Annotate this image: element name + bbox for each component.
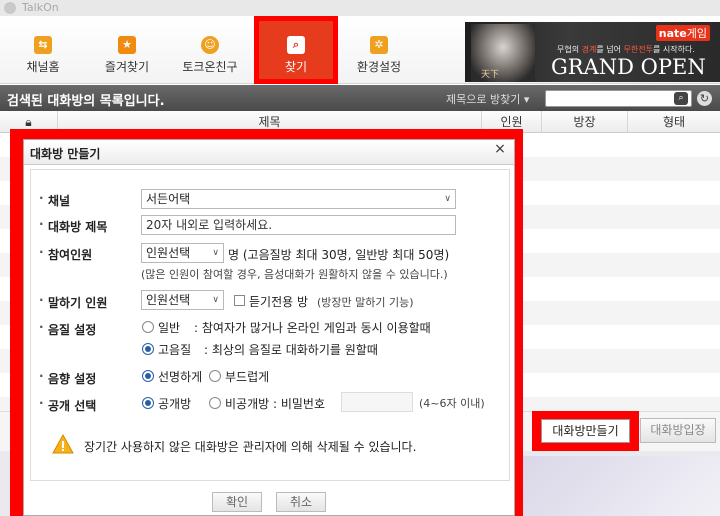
warning-text: 장기간 사용하지 않은 대화방은 관리자에 의해 삭제될 수 있습니다. [84, 440, 417, 454]
column-header[interactable]: 방장 [542, 111, 628, 133]
toolbar-label: 찾기 [284, 60, 308, 74]
banner-brand-name: nate [658, 27, 687, 40]
gear-icon: ✲ [370, 36, 388, 54]
private-room-radio[interactable] [209, 397, 221, 409]
speakers-select[interactable]: 인원선택 ∨ [141, 290, 224, 310]
sound-soft-label: 부드럽게 [225, 370, 270, 384]
listen-only-note: (방장만 말하기 기능) [317, 296, 414, 309]
ok-button[interactable]: 확인 [212, 492, 262, 512]
quality-normal-desc: : 참여자가 많거나 온라인 게임과 동시 이용할때 [194, 321, 431, 335]
banner-game-logo: 天下 [481, 70, 500, 80]
search-mode-dropdown[interactable]: 제목으로 방찾기 ▾ [446, 91, 529, 107]
star-icon: ★ [118, 36, 136, 54]
toolbar-label: 토크온친구 [182, 60, 238, 74]
members-select-value: 인원선택 [146, 246, 191, 260]
banner-brand: nate게임 [655, 25, 710, 41]
create-room-dialog: 대화방 만들기 × 채널 서든어택 ∨ 대화방 제목 20자 내외로 입력하세요… [23, 139, 515, 516]
banner-copy: 무협의 경계를 넘어 무한전투를 시작하다. [557, 44, 695, 55]
listen-only-label: 듣기전용 방 [249, 295, 309, 309]
channel-label: 채널 [39, 191, 70, 209]
quality-label: 음질 설정 [39, 320, 96, 338]
bottom-ad[interactable] [512, 456, 720, 516]
toolbar-friends-button[interactable]: ☺ 토크온친구 [174, 16, 246, 84]
channel-home-icon: ⇆ [34, 36, 52, 54]
banner-brand-suffix: 게임 [686, 27, 707, 40]
refresh-icon[interactable]: ↻ [697, 91, 712, 106]
search-result-title: 검색된 대화방의 목록입니다. [7, 94, 165, 109]
members-limit-text: 명 (고음질방 최대 30명, 일반방 최대 50명) [228, 248, 450, 262]
quality-high-desc: : 최상의 음질로 대화하기를 원할때 [204, 343, 378, 357]
close-icon[interactable]: × [493, 142, 507, 157]
quality-normal-radio[interactable] [142, 321, 154, 333]
create-room-button[interactable]: 대화방만들기 [541, 419, 630, 443]
private-room-label: 비공개방 : 비밀번호 [225, 397, 325, 411]
toolbar-search-button[interactable]: ⌕ 찾기 [254, 16, 338, 84]
members-note: (많은 인원이 참여할 경우, 음성대화가 원활하지 않을 수 있습니다.) [141, 268, 448, 281]
password-hint: (4~6자 이내) [419, 397, 485, 410]
toolbar-label: 환경설정 [356, 60, 402, 74]
speakers-label: 말하기 인원 [39, 293, 107, 311]
create-room-button-highlight: 대화방만들기 [532, 411, 639, 451]
chevron-down-icon: ∨ [212, 295, 219, 305]
banner-headline: GRAND OPEN [551, 55, 706, 79]
sound-label: 음향 설정 [39, 369, 96, 387]
sound-soft-radio[interactable] [209, 370, 221, 382]
chevron-down-icon: ∨ [212, 248, 219, 258]
toolbar-favorites-button[interactable]: ★ 즐겨찾기 [92, 16, 162, 84]
banner-copy-highlight: 경계 [581, 45, 597, 54]
banner-copy-text: 무협의 [557, 45, 582, 54]
toolbar-settings-button[interactable]: ✲ 환경설정 [344, 16, 414, 84]
members-label: 참여인원 [39, 245, 92, 263]
ad-banner[interactable]: 天下 nate게임 무협의 경계를 넘어 무한전투를 시작하다. GRAND O… [465, 22, 720, 82]
sound-clear-label: 선명하게 [158, 370, 203, 384]
members-select[interactable]: 인원선택 ∨ [141, 243, 224, 263]
cancel-button[interactable]: 취소 [276, 492, 326, 512]
dialog-form: 채널 서든어택 ∨ 대화방 제목 20자 내외로 입력하세요. 참여인원 인원선… [30, 169, 510, 481]
room-title-label: 대화방 제목 [39, 217, 107, 235]
public-room-radio[interactable] [142, 397, 154, 409]
window-title: TalkOn [22, 1, 59, 14]
enter-room-button[interactable]: 대화방입장 [640, 418, 716, 443]
search-icon[interactable]: ⌕ [674, 92, 688, 105]
toolbar-channel-home-button[interactable]: ⇆ 채널홈 [8, 16, 78, 84]
banner-copy-text: 를 넘어 [596, 45, 624, 54]
listen-only-checkbox[interactable] [234, 295, 245, 306]
toolbar-label: 채널홈 [26, 60, 60, 74]
channel-select-value: 서든어택 [146, 192, 191, 206]
warning-icon [52, 434, 74, 454]
column-header[interactable]: 형태 [628, 111, 720, 133]
quality-high-label: 고음질 [158, 343, 192, 357]
dialog-title: 대화방 만들기 [30, 147, 101, 161]
friend-icon: ☺ [201, 36, 219, 54]
room-title-input[interactable]: 20자 내외로 입력하세요. [141, 215, 456, 235]
quality-high-radio[interactable] [142, 343, 154, 355]
toolbar-label: 즐겨찾기 [104, 60, 150, 74]
sound-clear-radio[interactable] [142, 370, 154, 382]
password-input[interactable] [341, 392, 413, 412]
title-bar: TalkOn [0, 0, 720, 16]
speakers-select-value: 인원선택 [146, 293, 191, 307]
public-room-label: 공개방 [158, 397, 192, 411]
banner-copy-highlight: 무한전투 [623, 45, 653, 54]
app-icon [4, 2, 16, 14]
search-icon: ⌕ [287, 36, 305, 54]
banner-copy-text: 를 시작하다. [652, 45, 695, 54]
chevron-down-icon: ∨ [444, 194, 451, 204]
search-input[interactable]: ⌕ [545, 90, 692, 107]
quality-normal-label: 일반 [158, 321, 181, 335]
channel-select[interactable]: 서든어택 ∨ [141, 189, 456, 209]
lock-icon: 🔒︎ [25, 115, 32, 129]
dialog-title-bar: 대화방 만들기 × [24, 140, 514, 165]
search-header: 검색된 대화방의 목록입니다. 제목으로 방찾기 ▾ ⌕ ↻ [0, 85, 720, 111]
visibility-label: 공개 선택 [39, 396, 96, 414]
